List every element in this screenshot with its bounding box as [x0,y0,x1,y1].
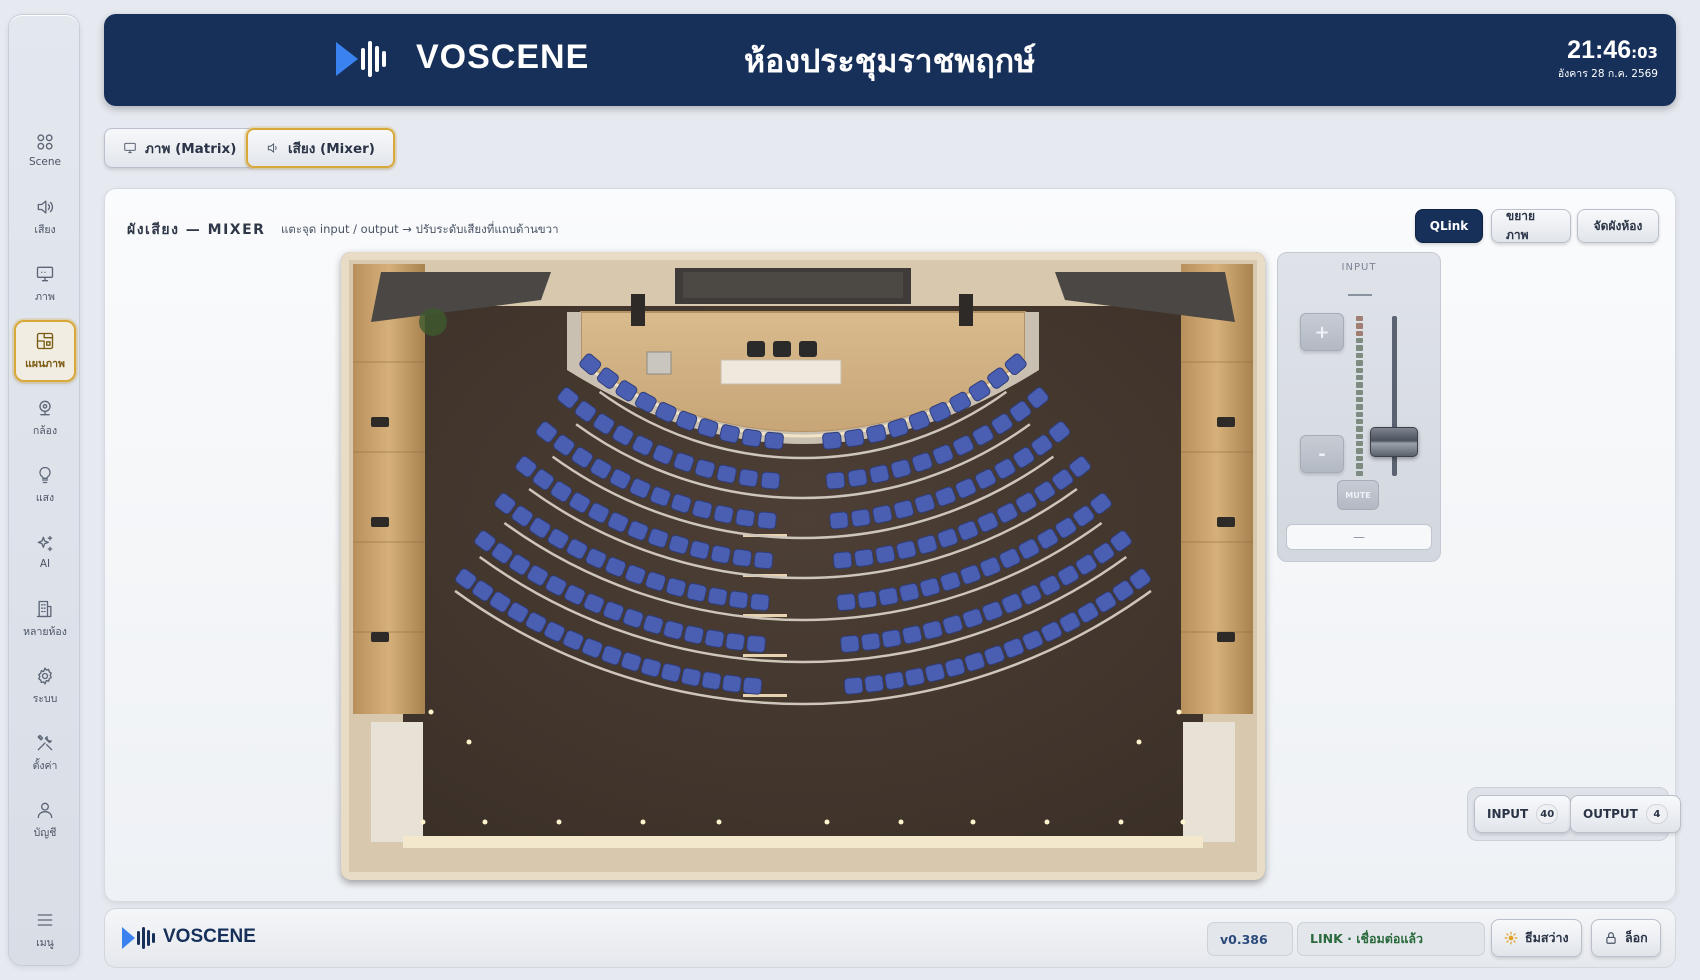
gear-icon [38,666,52,685]
sidebar-item-lighting[interactable]: แสง [14,454,76,516]
zoom-button[interactable]: ขยายภาพ [1491,209,1571,243]
sidebar-item-label: Scene [28,156,61,168]
sparkle-icon [37,535,53,552]
clock-seconds: :03 [1631,44,1658,62]
sidebar-item-label: หลายห้อง [23,625,67,638]
speaker-icon [37,200,53,213]
user-icon [37,802,53,818]
panel-hint: แตะจุด input / output → ปรับระดับเสียงที… [281,222,559,236]
panel-title: ผังเสียง — MIXER [127,222,266,238]
mixer-panel: ผังเสียง — MIXER แตะจุด input / output →… [104,188,1681,902]
lightbulb-icon [39,466,51,483]
lock-icon [1606,932,1616,944]
sidebar-item-scene[interactable]: Scene [14,119,76,181]
sidebar-item-multiroom[interactable]: หลายห้อง [14,588,76,650]
tab-mixer[interactable]: เสียง (Mixer) [246,128,395,168]
footer-brand: VOSCENE [163,926,256,947]
sidebar-item-camera[interactable]: กล้อง [14,387,76,449]
tools-icon [37,734,53,750]
theme-toggle-label: ธีมสว่าง [1525,930,1569,945]
sidebar-item-label: ภาพ [35,290,55,303]
output-count-badge: 4 [1645,804,1668,824]
level-meter [1356,316,1363,476]
logo-icon [336,41,386,77]
monitor-icon [36,266,54,281]
sidebar-item-label: แผนภาพ [25,357,65,370]
sidebar-item-floorplan[interactable]: แผนภาพ [14,320,76,382]
brand-name: VOSCENE [416,38,590,76]
clock: 21:46:03 อังคาร 28 ก.ค. 2569 [1558,36,1658,82]
sidebar-item-ai[interactable]: AI [14,521,76,583]
tab-matrix[interactable]: ภาพ (Matrix) [104,128,256,168]
sidebar-item-label: แสง [35,491,55,504]
footer-bar: VOSCENE v0.386 LINK · เชื่อมต่อแล้ว ธีมส… [104,908,1676,968]
sidebar-item-audio[interactable]: เสียง [14,186,76,248]
sidebar-item-settings[interactable]: ตั้งค่า [14,722,76,784]
sidebar-item-video[interactable]: ภาพ [14,253,76,315]
floorplan-icon [36,332,54,349]
input-count-badge: 40 [1536,804,1559,824]
building-icon [36,600,52,617]
sidebar: Scene เสียง ภาพ แผนภาพ กล้อง แสง AI หลาย… [8,14,80,966]
sidebar-item-label: กล้อง [32,424,58,437]
hamburger-icon [37,913,53,926]
sidebar-item-label: เสียง [34,223,56,236]
lock-button[interactable]: ล็อก [1591,919,1661,957]
fader-knob[interactable] [1370,426,1418,457]
mute-button[interactable]: MUTE [1337,480,1379,510]
speaker-icon [267,142,277,154]
input-channel-strip: INPUT + - MUTE — [1277,252,1441,562]
sidebar-item-label: ตั้งค่า [32,759,58,772]
clock-date: อังคาร 28 ก.ค. 2569 [1557,68,1658,80]
lock-label: ล็อก [1625,930,1648,945]
sidebar-item-account[interactable]: บัญชี [14,789,76,851]
clock-time: 21:46 [1567,36,1632,64]
volume-down-button[interactable]: - [1300,435,1344,473]
link-status-field: LINK · เชื่อมต่อแล้ว [1297,922,1485,956]
sidebar-menu-label: เมนู [36,936,54,949]
output-count-label: OUTPUT [1583,807,1638,821]
strip-title: INPUT [1341,262,1377,273]
version-field: v0.386 [1207,922,1293,956]
qlink-button[interactable]: QLink [1415,209,1483,243]
sidebar-menu-button[interactable]: เมนู [14,899,76,961]
floor-plan[interactable] [341,252,1265,880]
sidebar-item-system[interactable]: ระบบ [14,655,76,717]
volume-up-button[interactable]: + [1300,313,1344,351]
strip-channel-indicator [1348,294,1372,296]
arrange-room-button[interactable]: จัดผังห้อง [1577,209,1659,243]
sidebar-item-label: AI [39,558,51,570]
room-title: ห้องประชุมราชพฤกษ์ [744,42,1036,80]
header-bar: VOSCENE ห้องประชุมราชพฤกษ์ 21:46:03 อังค… [104,14,1676,106]
logo-icon [122,927,155,949]
sidebar-item-label: บัญชี [33,826,57,839]
camera-icon [39,400,51,415]
output-count-button[interactable]: OUTPUT 4 [1570,795,1681,833]
tab-matrix-label: ภาพ (Matrix) [145,141,237,157]
grid-icon [37,134,53,150]
sun-icon [1504,931,1518,945]
tab-mixer-label: เสียง (Mixer) [288,141,375,157]
monitor-icon [124,142,136,154]
channel-value-field[interactable]: — [1286,524,1432,550]
input-count-button[interactable]: INPUT 40 [1474,795,1572,833]
theme-toggle-button[interactable]: ธีมสว่าง [1491,919,1582,957]
input-count-label: INPUT [1487,807,1529,821]
sidebar-item-label: ระบบ [32,692,58,705]
io-counts: INPUT 40 OUTPUT 4 [1467,787,1681,841]
floor-plan-drawing [341,252,1265,880]
